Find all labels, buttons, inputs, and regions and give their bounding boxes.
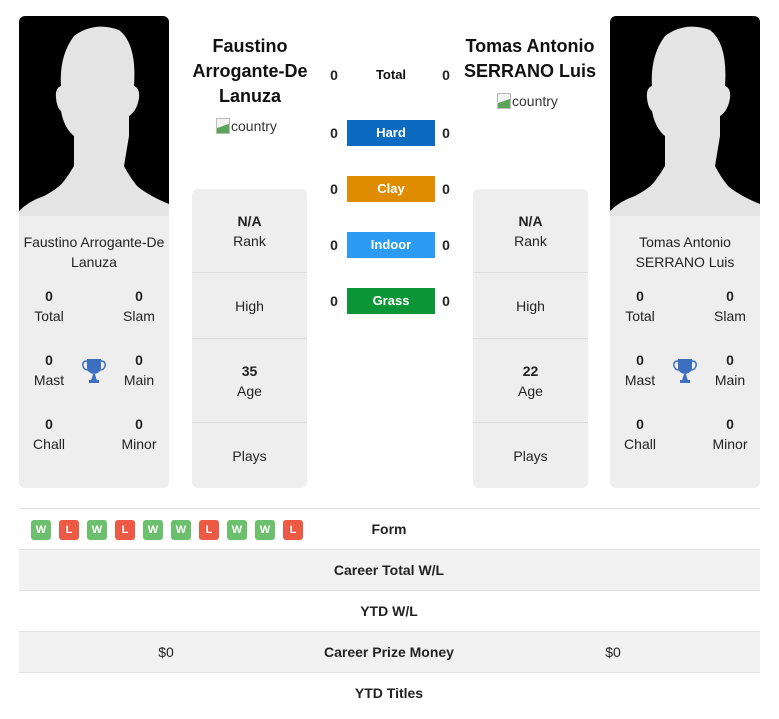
titles-chall: 0 Chall — [33, 416, 65, 452]
player-card-right: Tomas Antonio SERRANO Luis 0 Total 0 Slam … — [610, 16, 760, 488]
age-row: 22 Age — [473, 339, 588, 423]
form-badge-loss: L — [199, 520, 219, 540]
silhouette-icon — [19, 26, 169, 216]
high-row: High — [473, 273, 588, 339]
player-card-left: Faustino Arrogante-De Lanuza 0 Total 0 Sla… — [19, 16, 169, 488]
h2h-grass: 0 Grass 0 — [326, 288, 454, 314]
titles-minor: 0 Minor — [121, 416, 157, 452]
trophy-icon — [82, 359, 106, 383]
h2h-hard: 0 Hard 0 — [326, 120, 454, 146]
player-name-left: Faustino Arrogante-De Lanuza — [23, 234, 165, 270]
country-flag-left: country — [216, 118, 277, 134]
rank-row: N/A Rank — [473, 189, 588, 273]
titles-minor: 0 Minor — [712, 416, 748, 452]
broken-image-icon — [497, 93, 511, 109]
form-badge-win: W — [143, 520, 163, 540]
surface-clay-button[interactable]: Clay — [347, 176, 435, 202]
info-card-left: N/A Rank High 35 Age Plays — [192, 189, 307, 488]
surface-grass-button[interactable]: Grass — [347, 288, 435, 314]
stats-row-ytd-wl: YTD W/L — [19, 591, 760, 632]
stats-row-career-wl: Career Total W/L — [19, 550, 760, 591]
h2h-total: 0 Total 0 — [330, 67, 450, 83]
titles-mast: 0 Mast — [624, 352, 656, 388]
player-photo-left — [19, 16, 169, 216]
plays-row: Plays — [513, 447, 548, 464]
h2h-clay: 0 Clay 0 — [326, 176, 454, 202]
form-badge-loss: L — [115, 520, 135, 540]
age-row: 35 Age — [192, 339, 307, 423]
broken-image-icon — [216, 118, 230, 134]
rank-row: N/A Rank — [192, 189, 307, 273]
titles-main: 0 Main — [714, 352, 746, 388]
stats-row-prize-money: $0 Career Prize Money $0 — [19, 632, 760, 673]
player-photo-right — [610, 16, 760, 216]
titles-grid-right: 0 Total 0 Slam 0 Mast 0 Main 0 Chall 0 Minor — [610, 286, 760, 486]
stats-row-form: WLWLWWLWWL Form — [19, 509, 760, 550]
titles-slam: 0 Slam — [714, 288, 746, 324]
titles-mast: 0 Mast — [33, 352, 65, 388]
trophy-icon — [673, 359, 697, 383]
titles-total: 0 Total — [34, 288, 64, 324]
plays-row: Plays — [232, 447, 267, 464]
prize-money-right: $0 — [605, 644, 621, 660]
stats-table: WLWLWWLWWL Form Career Total W/L YTD W/L… — [19, 508, 760, 714]
stats-row-ytd-titles: YTD Titles — [354, 685, 424, 701]
surface-hard-button[interactable]: Hard — [347, 120, 435, 146]
prize-money-left: $0 — [158, 644, 174, 660]
form-badge-win: W — [255, 520, 275, 540]
titles-slam: 0 Slam — [123, 288, 155, 324]
form-badge-win: W — [31, 520, 51, 540]
form-badge-loss: L — [59, 520, 79, 540]
info-card-right: N/A Rank High 22 Age Plays — [473, 189, 588, 488]
titles-grid-left: 0 Total 0 Slam 0 Mast 0 Main 0 Chall 0 Minor — [19, 286, 169, 486]
surface-indoor-button[interactable]: Indoor — [347, 232, 435, 258]
form-badge-win: W — [227, 520, 247, 540]
titles-main: 0 Main — [123, 352, 155, 388]
form-badges: WLWLWWLWWL — [31, 520, 303, 540]
form-badge-win: W — [171, 520, 191, 540]
high-row: High — [192, 273, 307, 339]
player-name-heading-right[interactable]: Tomas Antonio SERRANO Luis — [460, 34, 600, 84]
silhouette-icon — [610, 26, 760, 216]
form-badge-win: W — [87, 520, 107, 540]
titles-total: 0 Total — [625, 288, 655, 324]
titles-chall: 0 Chall — [624, 416, 656, 452]
h2h-indoor: 0 Indoor 0 — [326, 232, 454, 258]
country-flag-right: country — [497, 93, 558, 109]
player-name-right: Tomas Antonio SERRANO Luis — [635, 234, 735, 270]
player-name-heading-left[interactable]: Faustino Arrogante-De Lanuza — [180, 34, 320, 109]
